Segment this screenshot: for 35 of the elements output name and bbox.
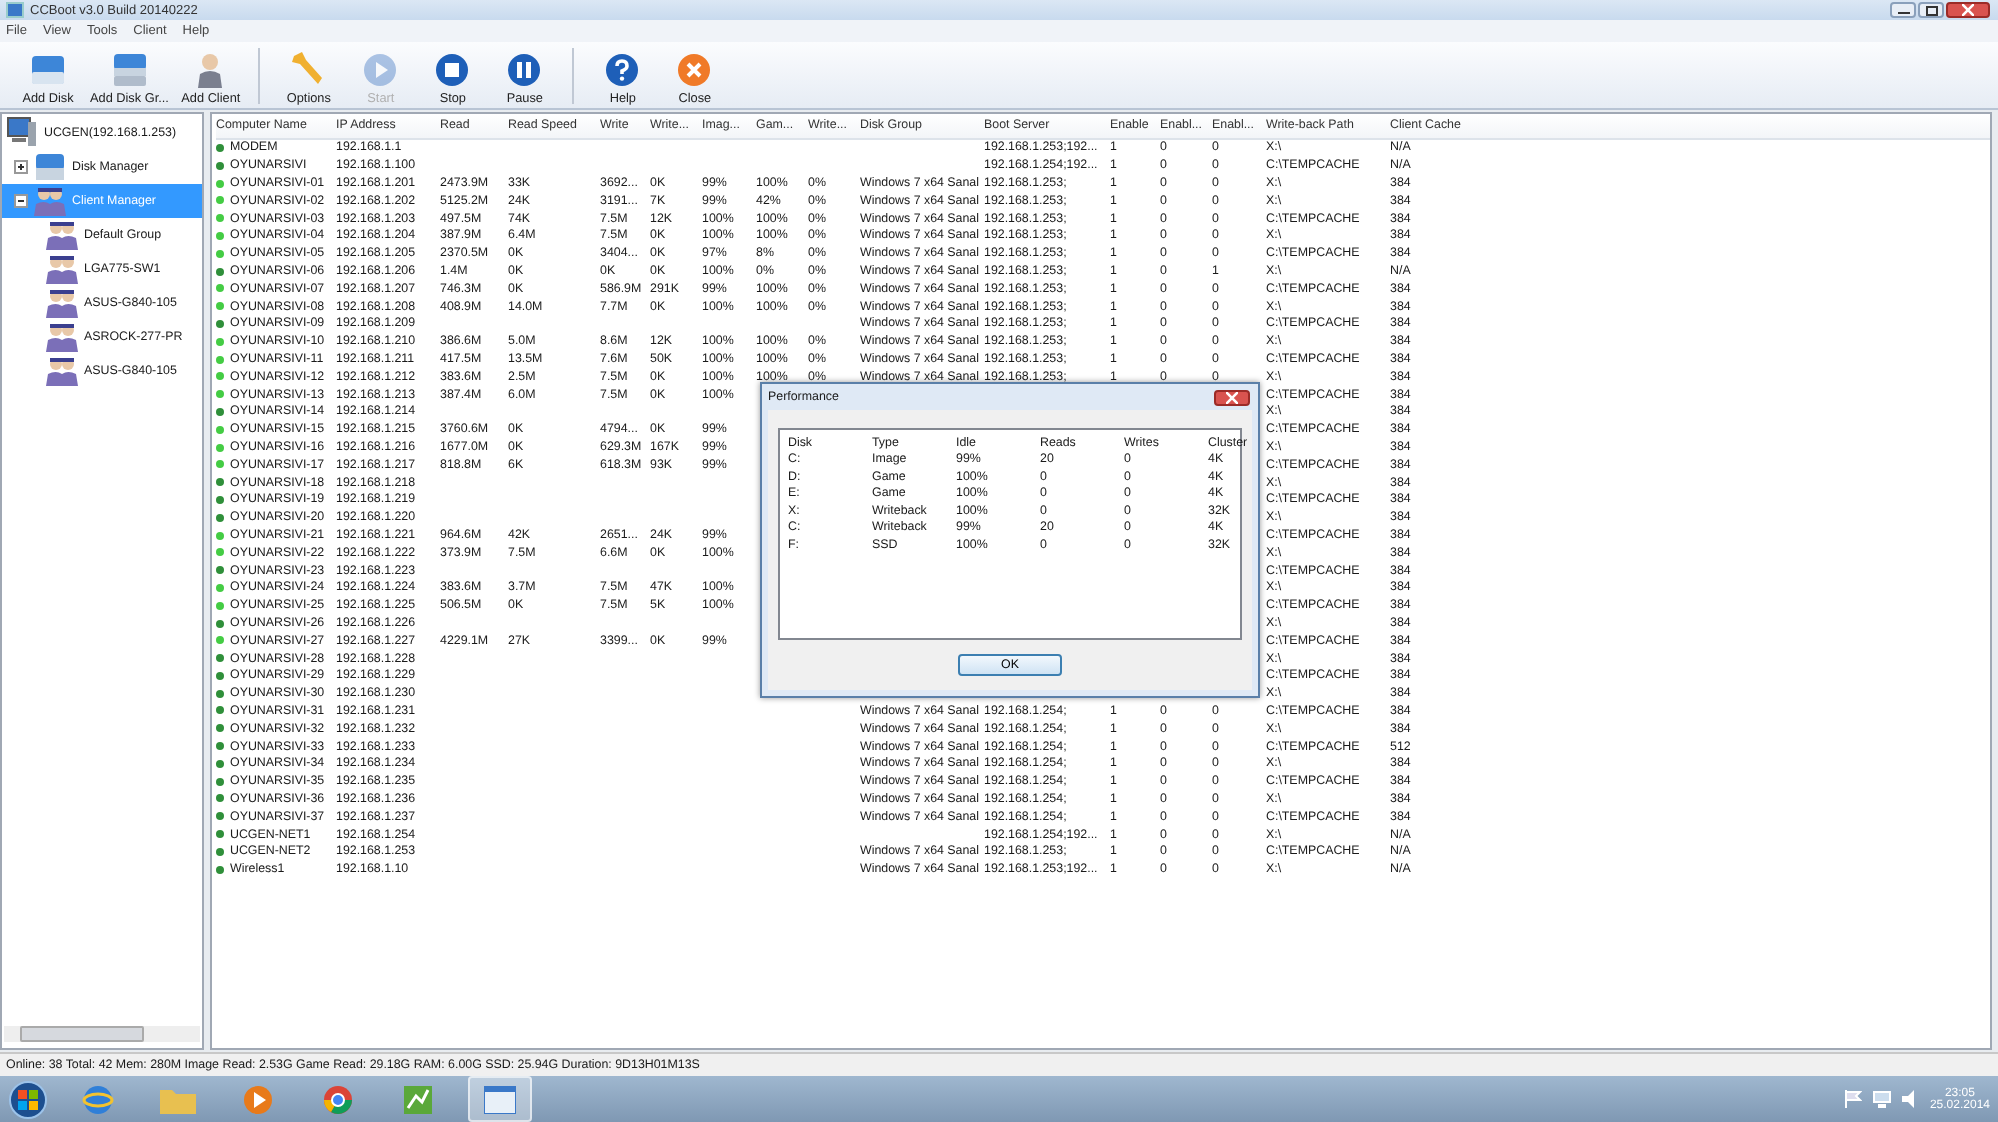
minimize-icon [1897, 6, 1909, 14]
flag-icon[interactable] [1843, 1090, 1862, 1108]
window-app-icon[interactable] [484, 1085, 516, 1113]
users-icon [46, 220, 78, 250]
minimize-button[interactable] [1890, 2, 1916, 18]
close-icon [1226, 391, 1238, 403]
network-icon[interactable] [1871, 1090, 1892, 1108]
users-icon [34, 186, 66, 216]
maximize-icon [1925, 5, 1937, 15]
users-icon [46, 288, 78, 318]
globe-icon[interactable] [82, 1083, 114, 1115]
person-icon [196, 51, 225, 87]
collapse-icon[interactable] [14, 194, 28, 208]
browser-icon[interactable] [322, 1083, 354, 1115]
app-icon [6, 2, 24, 18]
expand-icon[interactable] [14, 160, 28, 174]
close-button[interactable] [1946, 2, 1990, 18]
close-icon [1962, 4, 1974, 16]
help-icon [604, 51, 641, 87]
stop-icon [434, 51, 471, 87]
pause-icon [506, 51, 543, 87]
chart-app-icon[interactable] [402, 1083, 434, 1115]
close-icon [676, 51, 713, 87]
disk-stack-icon [109, 51, 150, 87]
disk-icon [34, 152, 66, 182]
horizontal-scrollbar[interactable] [4, 1026, 200, 1042]
start-orb-icon[interactable] [8, 1079, 48, 1119]
users-icon [46, 322, 78, 352]
speaker-icon[interactable] [1901, 1090, 1920, 1108]
maximize-button[interactable] [1918, 2, 1944, 18]
play-icon [362, 51, 399, 87]
users-icon [46, 254, 78, 284]
close-button[interactable] [1214, 389, 1250, 405]
media-player-icon[interactable] [242, 1083, 274, 1115]
users-icon [46, 356, 78, 386]
